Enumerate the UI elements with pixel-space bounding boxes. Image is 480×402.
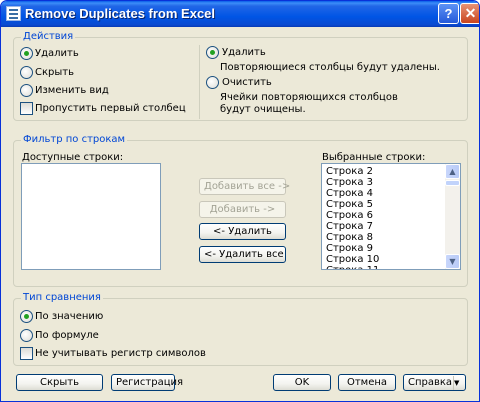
columns-delete-label[interactable]: Удалить [222,46,266,59]
help-button[interactable]: ? [438,3,459,24]
dialog-window: Remove Duplicates from Excel ? ✕ Действи… [0,0,480,402]
action-hide-label[interactable]: Скрыть [35,66,74,79]
columns-delete-description: Повторяющиеся столбцы будут удалены. [220,62,440,73]
title-bar[interactable]: Remove Duplicates from Excel ? ✕ [1,1,479,27]
cancel-button[interactable]: Отмена [338,374,396,391]
compare-by-formula-radio[interactable] [20,329,33,342]
hide-button[interactable]: Скрыть [16,374,103,391]
selected-rows-list[interactable]: Строка 2 Строка 3 Строка 4 Строка 5 Стро… [321,163,461,270]
action-delete-label[interactable]: Удалить [35,47,79,60]
remove-button[interactable]: <- Удалить [199,223,286,240]
columns-clear-description: Ячейки повторяющихся столбцов будут очищ… [220,92,398,115]
scroll-down-icon[interactable]: ▼ [445,254,460,269]
list-item[interactable]: Строка 2 [326,166,373,177]
skip-first-column-label[interactable]: Пропустить первый столбец [35,102,186,115]
comparison-legend: Тип сравнения [21,292,103,304]
compare-by-value-label[interactable]: По значению [35,310,103,323]
columns-delete-radio[interactable] [206,46,219,59]
list-item[interactable]: Строка 4 [326,188,373,199]
add-button[interactable]: Добавить -> [199,201,286,218]
skip-first-column-checkbox[interactable] [20,102,33,115]
list-item[interactable]: Строка 9 [326,243,373,254]
scroll-thumb[interactable] [445,180,460,186]
list-item[interactable]: Строка 8 [326,232,373,243]
list-item[interactable]: Строка 7 [326,221,373,232]
window-title: Remove Duplicates from Excel [25,6,216,21]
list-item[interactable]: Строка 5 [326,199,373,210]
list-item[interactable]: Строка 6 [326,210,373,221]
add-all-button[interactable]: Добавить все -> [199,178,290,195]
ignore-case-label[interactable]: Не учитывать регистр символов [35,347,206,360]
available-rows-list[interactable] [21,163,161,270]
columns-clear-label[interactable]: Очистить [222,76,272,89]
help-dropdown-label: Справка [408,377,453,388]
help-dropdown-button[interactable]: Справка ▼ [403,374,466,391]
action-change-view-radio[interactable] [20,84,33,97]
register-button[interactable]: Регистрация [111,374,183,391]
compare-by-value-radio[interactable] [20,310,33,323]
list-item[interactable]: Строка 3 [326,177,373,188]
actions-divider [199,45,200,119]
row-filter-legend: Фильтр по строкам [21,134,128,146]
ignore-case-checkbox[interactable] [20,347,33,360]
columns-clear-radio[interactable] [206,76,219,89]
action-delete-radio[interactable] [20,47,33,60]
list-item[interactable]: Строка 10 [326,254,379,265]
list-item[interactable]: Строка 11 [326,265,379,269]
chevron-down-icon[interactable]: ▼ [453,376,465,390]
excel-sheet-icon [6,6,21,21]
compare-by-formula-label[interactable]: По формуле [35,329,99,342]
remove-all-button[interactable]: <- Удалить все [199,246,286,263]
actions-legend: Действия [21,31,76,43]
ok-button[interactable]: OK [273,374,331,391]
selected-rows-scrollbar[interactable]: ▲ ▼ [445,164,460,269]
close-button[interactable]: ✕ [460,3,479,24]
scroll-up-icon[interactable]: ▲ [445,164,460,179]
action-change-view-label[interactable]: Изменить вид [35,84,109,97]
action-hide-radio[interactable] [20,66,33,79]
